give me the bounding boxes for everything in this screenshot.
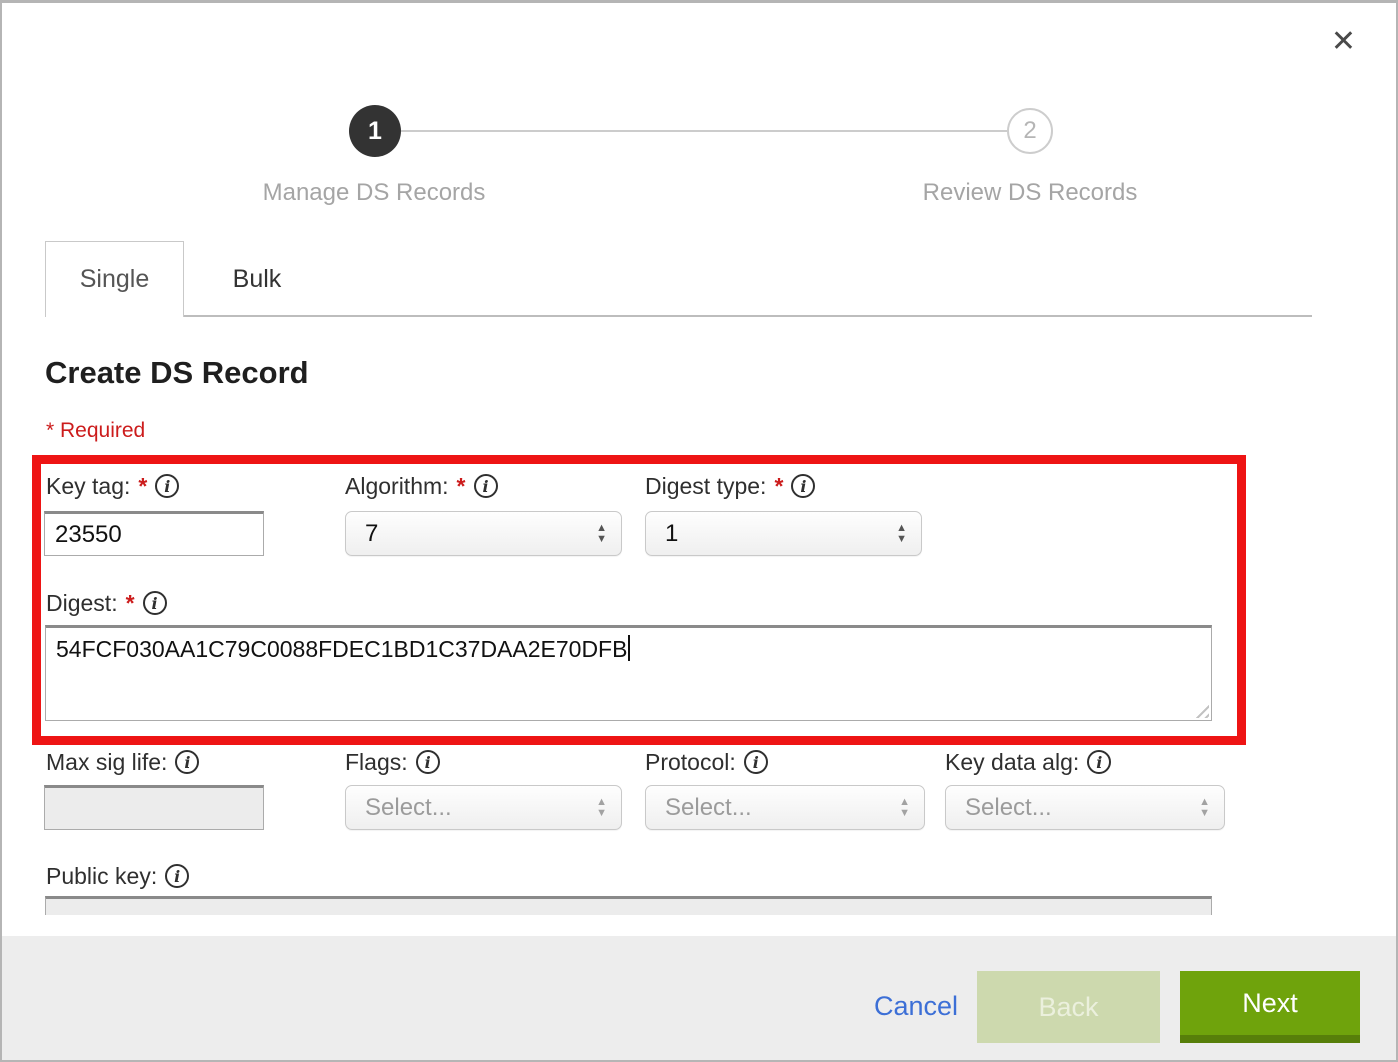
algorithm-label: Algorithm: — [345, 473, 449, 500]
max-sig-life-label-row: Max sig life: i — [46, 747, 199, 777]
key-data-alg-select[interactable]: Select... ▲ ▼ — [945, 785, 1225, 830]
select-arrows-icon: ▲ ▼ — [1199, 798, 1210, 818]
arrow-up-icon: ▲ — [1199, 798, 1210, 807]
step-1-label: Manage DS Records — [263, 179, 486, 207]
algorithm-select-value: 7 — [365, 520, 596, 548]
stepper-connector-line — [401, 130, 1007, 132]
protocol-info-icon[interactable]: i — [744, 750, 768, 774]
tab-underline — [184, 315, 1312, 317]
text-caret — [628, 635, 630, 661]
select-arrows-icon: ▲ ▼ — [899, 798, 910, 818]
back-button-label: Back — [1038, 992, 1098, 1023]
digest-type-label: Digest type: — [645, 473, 766, 500]
max-sig-life-input[interactable] — [44, 785, 264, 830]
digest-type-info-icon[interactable]: i — [791, 474, 815, 498]
key-tag-input[interactable] — [44, 511, 264, 556]
select-arrows-icon: ▲ ▼ — [596, 798, 607, 818]
arrow-down-icon: ▼ — [899, 809, 910, 818]
resize-handle-icon[interactable] — [1194, 703, 1209, 718]
arrow-up-icon: ▲ — [896, 524, 907, 533]
algorithm-select[interactable]: 7 ▲ ▼ — [345, 511, 622, 556]
protocol-select[interactable]: Select... ▲ ▼ — [645, 785, 925, 830]
step-2-label: Review DS Records — [923, 179, 1138, 207]
digest-label-row: Digest: * i — [46, 588, 167, 618]
select-arrows-icon: ▲ ▼ — [596, 524, 607, 544]
public-key-label-row: Public key: i — [46, 861, 189, 891]
digest-info-icon[interactable]: i — [143, 591, 167, 615]
page-title: Create DS Record — [45, 355, 309, 391]
public-key-info-icon[interactable]: i — [165, 864, 189, 888]
key-tag-required-asterisk: * — [138, 473, 147, 500]
arrow-down-icon: ▼ — [1199, 809, 1210, 818]
max-sig-life-info-icon[interactable]: i — [175, 750, 199, 774]
cancel-button[interactable]: Cancel — [874, 991, 958, 1022]
digest-type-label-row: Digest type: * i — [645, 471, 815, 501]
algorithm-required-asterisk: * — [457, 473, 466, 500]
arrow-down-icon: ▼ — [596, 535, 607, 544]
close-icon[interactable]: ✕ — [1331, 27, 1356, 57]
select-arrows-icon: ▲ ▼ — [896, 524, 907, 544]
tab-bar: Single Bulk — [45, 241, 1312, 317]
required-note: * Required — [46, 419, 145, 443]
digest-type-required-asterisk: * — [774, 473, 783, 500]
key-data-alg-label-row: Key data alg: i — [945, 747, 1111, 777]
key-tag-info-icon[interactable]: i — [155, 474, 179, 498]
tab-single[interactable]: Single — [45, 241, 184, 317]
step-1-circle: 1 — [349, 105, 401, 157]
arrow-up-icon: ▲ — [596, 524, 607, 533]
create-ds-record-dialog: ✕ 1 2 Manage DS Records Review DS Record… — [0, 0, 1398, 1062]
algorithm-info-icon[interactable]: i — [474, 474, 498, 498]
max-sig-life-label: Max sig life: — [46, 749, 167, 776]
algorithm-label-row: Algorithm: * i — [345, 471, 498, 501]
arrow-down-icon: ▼ — [596, 809, 607, 818]
tab-bulk-label: Bulk — [233, 265, 282, 294]
digest-label: Digest: — [46, 590, 118, 617]
protocol-select-value: Select... — [665, 794, 899, 822]
key-tag-label: Key tag: — [46, 473, 130, 500]
arrow-up-icon: ▲ — [596, 798, 607, 807]
step-2-circle: 2 — [1007, 108, 1053, 154]
arrow-up-icon: ▲ — [899, 798, 910, 807]
public-key-label: Public key: — [46, 863, 157, 890]
digest-type-select-value: 1 — [665, 520, 896, 548]
flags-select[interactable]: Select... ▲ ▼ — [345, 785, 622, 830]
next-button[interactable]: Next — [1180, 971, 1360, 1043]
flags-info-icon[interactable]: i — [416, 750, 440, 774]
back-button[interactable]: Back — [977, 971, 1160, 1043]
protocol-label: Protocol: — [645, 749, 736, 776]
key-data-alg-info-icon[interactable]: i — [1087, 750, 1111, 774]
flags-select-value: Select... — [365, 794, 596, 822]
digest-value: 54FCF030AA1C79C0088FDEC1BD1C37DAA2E70DFB — [56, 636, 627, 662]
key-data-alg-select-value: Select... — [965, 794, 1199, 822]
flags-label: Flags: — [345, 749, 408, 776]
tab-single-label: Single — [80, 265, 150, 294]
key-data-alg-label: Key data alg: — [945, 749, 1079, 776]
flags-label-row: Flags: i — [345, 747, 440, 777]
next-button-label: Next — [1242, 988, 1298, 1019]
step-2-number: 2 — [1023, 117, 1036, 145]
tab-bulk[interactable]: Bulk — [184, 241, 330, 317]
digest-type-select[interactable]: 1 ▲ ▼ — [645, 511, 922, 556]
step-1-number: 1 — [368, 117, 382, 146]
digest-required-asterisk: * — [126, 590, 135, 617]
protocol-label-row: Protocol: i — [645, 747, 768, 777]
public-key-textarea[interactable] — [45, 896, 1212, 915]
key-tag-label-row: Key tag: * i — [46, 471, 179, 501]
digest-textarea[interactable]: 54FCF030AA1C79C0088FDEC1BD1C37DAA2E70DFB — [45, 625, 1212, 721]
arrow-down-icon: ▼ — [896, 535, 907, 544]
